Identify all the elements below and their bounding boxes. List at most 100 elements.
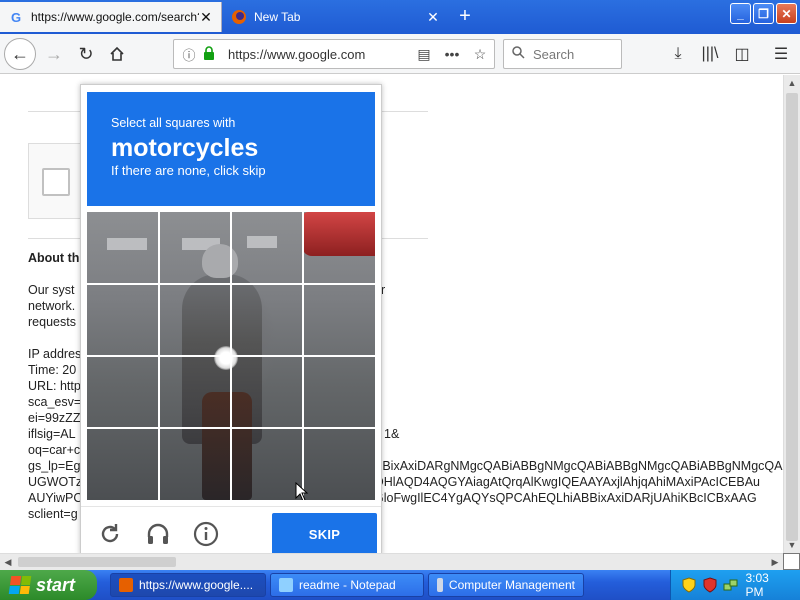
- sidebar-icon: ◫: [734, 46, 750, 63]
- tab-title: New Tab: [254, 10, 301, 24]
- grid-tile[interactable]: [87, 428, 159, 500]
- detail-line-right: QHlAQD4AQGYAiagAtQrqAlKwgIQEAAYAxjlAhjqA…: [374, 475, 761, 489]
- start-button[interactable]: start: [0, 570, 97, 600]
- recaptcha-checkbox[interactable]: [42, 168, 70, 196]
- detail-line-right: 1&: [384, 427, 400, 441]
- firefox-icon: [119, 578, 133, 592]
- grid-tile[interactable]: [159, 428, 231, 500]
- grid-tile[interactable]: [303, 428, 375, 500]
- windows-logo-icon: [8, 576, 32, 594]
- reader-view-icon[interactable]: ▤: [410, 46, 438, 63]
- computer-management-icon: [437, 578, 443, 592]
- detail-line: oq=car+c: [28, 443, 81, 457]
- detail-line-right: GloFwgIlEC4YgAQYsQPCAhEQLhiABBixAxiDARjU…: [374, 491, 757, 505]
- back-button[interactable]: ←: [4, 38, 36, 70]
- taskbar-item-notepad[interactable]: readme - Notepad: [270, 573, 424, 597]
- taskbar-item-computer-management[interactable]: Computer Management: [428, 573, 584, 597]
- grid-tile[interactable]: [231, 356, 303, 428]
- detail-line: iflsig=AL: [28, 427, 76, 441]
- minimize-button[interactable]: _: [730, 3, 751, 24]
- scroll-up-icon[interactable]: ▲: [784, 75, 800, 91]
- search-icon: [512, 46, 525, 62]
- close-window-button[interactable]: ✕: [776, 3, 797, 24]
- challenge-header: Select all squares with motorcycles If t…: [87, 92, 375, 206]
- grid-tile[interactable]: [303, 356, 375, 428]
- arrow-right-icon: →: [45, 43, 63, 64]
- google-g-icon: G: [10, 9, 22, 25]
- forward-button[interactable]: →: [38, 38, 70, 70]
- audio-challenge-icon[interactable]: [143, 519, 173, 549]
- page-actions-icon[interactable]: •••: [438, 46, 466, 62]
- scrollbar-corner: [783, 553, 800, 570]
- scroll-down-icon[interactable]: ▼: [784, 537, 800, 553]
- menu-button[interactable]: ☰: [765, 38, 797, 70]
- maximize-button[interactable]: ❐: [753, 3, 774, 24]
- grid-tile[interactable]: [159, 356, 231, 428]
- paragraph-line: Our syst: [28, 283, 75, 297]
- start-label: start: [36, 574, 76, 595]
- address-bar[interactable]: ⓘ https://www.google.com ▤ ••• ☆: [173, 39, 495, 69]
- skip-button[interactable]: SKIP: [272, 513, 377, 555]
- firefox-icon: [231, 9, 247, 25]
- recaptcha-checkbox-widget: [28, 143, 88, 219]
- scroll-left-icon[interactable]: ◀: [0, 554, 16, 570]
- horizontal-scroll-thumb[interactable]: [18, 557, 176, 567]
- sidebar-button[interactable]: ◫: [726, 38, 758, 70]
- grid-tile[interactable]: [231, 212, 303, 284]
- search-input[interactable]: Search: [503, 39, 622, 69]
- detail-line: UGWOTz: [28, 475, 83, 489]
- reload-icon[interactable]: [95, 519, 125, 549]
- detail-line: gs_lp=Eg: [28, 459, 81, 473]
- close-tab-icon[interactable]: ✕: [199, 9, 213, 26]
- downloads-button[interactable]: ⤓: [662, 38, 694, 70]
- detail-line-right: BBixAxiDARgNMgcQABiABBgNMgcQABiABBgNMgcQ…: [374, 459, 783, 473]
- detail-line: Time: 20: [28, 363, 77, 377]
- tab-new-tab[interactable]: New Tab ✕: [223, 2, 448, 32]
- notepad-icon: [279, 578, 293, 592]
- grid-tile[interactable]: [231, 428, 303, 500]
- challenge-instruction: Select all squares with: [111, 116, 236, 130]
- lock-icon[interactable]: [200, 45, 218, 63]
- info-icon[interactable]: [191, 519, 221, 549]
- paragraph-line: requests: [28, 315, 76, 329]
- home-icon: [110, 46, 124, 61]
- url-text[interactable]: https://www.google.com: [228, 47, 410, 62]
- grid-tile[interactable]: [87, 356, 159, 428]
- vertical-scroll-thumb[interactable]: [786, 93, 798, 541]
- info-icon[interactable]: ⓘ: [180, 45, 198, 64]
- clock[interactable]: 3:03 PM: [745, 571, 788, 599]
- mouse-cursor-icon: [295, 482, 309, 500]
- grid-tile[interactable]: [303, 212, 375, 284]
- grid-tile[interactable]: [87, 284, 159, 356]
- taskbar-item-firefox[interactable]: https://www.google....: [110, 573, 266, 597]
- scroll-right-icon[interactable]: ▶: [767, 554, 783, 570]
- system-tray: 3:03 PM: [670, 570, 800, 600]
- grid-tile[interactable]: [159, 212, 231, 284]
- window-controls: _ ❐ ✕: [730, 3, 797, 24]
- horizontal-scrollbar[interactable]: ◀ ▶: [0, 553, 783, 570]
- home-button[interactable]: [101, 38, 133, 70]
- tab-google-search[interactable]: G https://www.google.com/search?c ✕: [0, 2, 222, 32]
- vertical-scrollbar[interactable]: ▲ ▼: [783, 75, 800, 553]
- recaptcha-challenge-popup: Select all squares with motorcycles If t…: [80, 84, 382, 556]
- reload-icon: ↻: [78, 43, 94, 64]
- security-alert-icon[interactable]: [702, 577, 717, 593]
- detail-line: IP addres: [28, 347, 82, 361]
- security-shield-icon[interactable]: [681, 577, 696, 593]
- bookmark-star-icon[interactable]: ☆: [466, 46, 494, 63]
- search-placeholder: Search: [533, 46, 575, 62]
- close-tab-icon[interactable]: ✕: [426, 9, 440, 26]
- library-icon: |||\: [701, 45, 719, 62]
- grid-tile[interactable]: [87, 212, 159, 284]
- reload-button[interactable]: ↻: [70, 38, 102, 70]
- grid-tile[interactable]: [303, 284, 375, 356]
- library-button[interactable]: |||\: [694, 38, 726, 70]
- download-icon: ⤓: [674, 45, 682, 62]
- grid-tile[interactable]: [231, 284, 303, 356]
- tab-title: https://www.google.com/search?c: [31, 10, 199, 24]
- grid-tile[interactable]: [159, 284, 231, 356]
- detail-line: ei=99zZZ: [28, 411, 81, 425]
- network-icon[interactable]: [723, 577, 739, 593]
- taskbar-item-label: Computer Management: [448, 578, 575, 592]
- new-tab-button[interactable]: +: [452, 4, 478, 30]
